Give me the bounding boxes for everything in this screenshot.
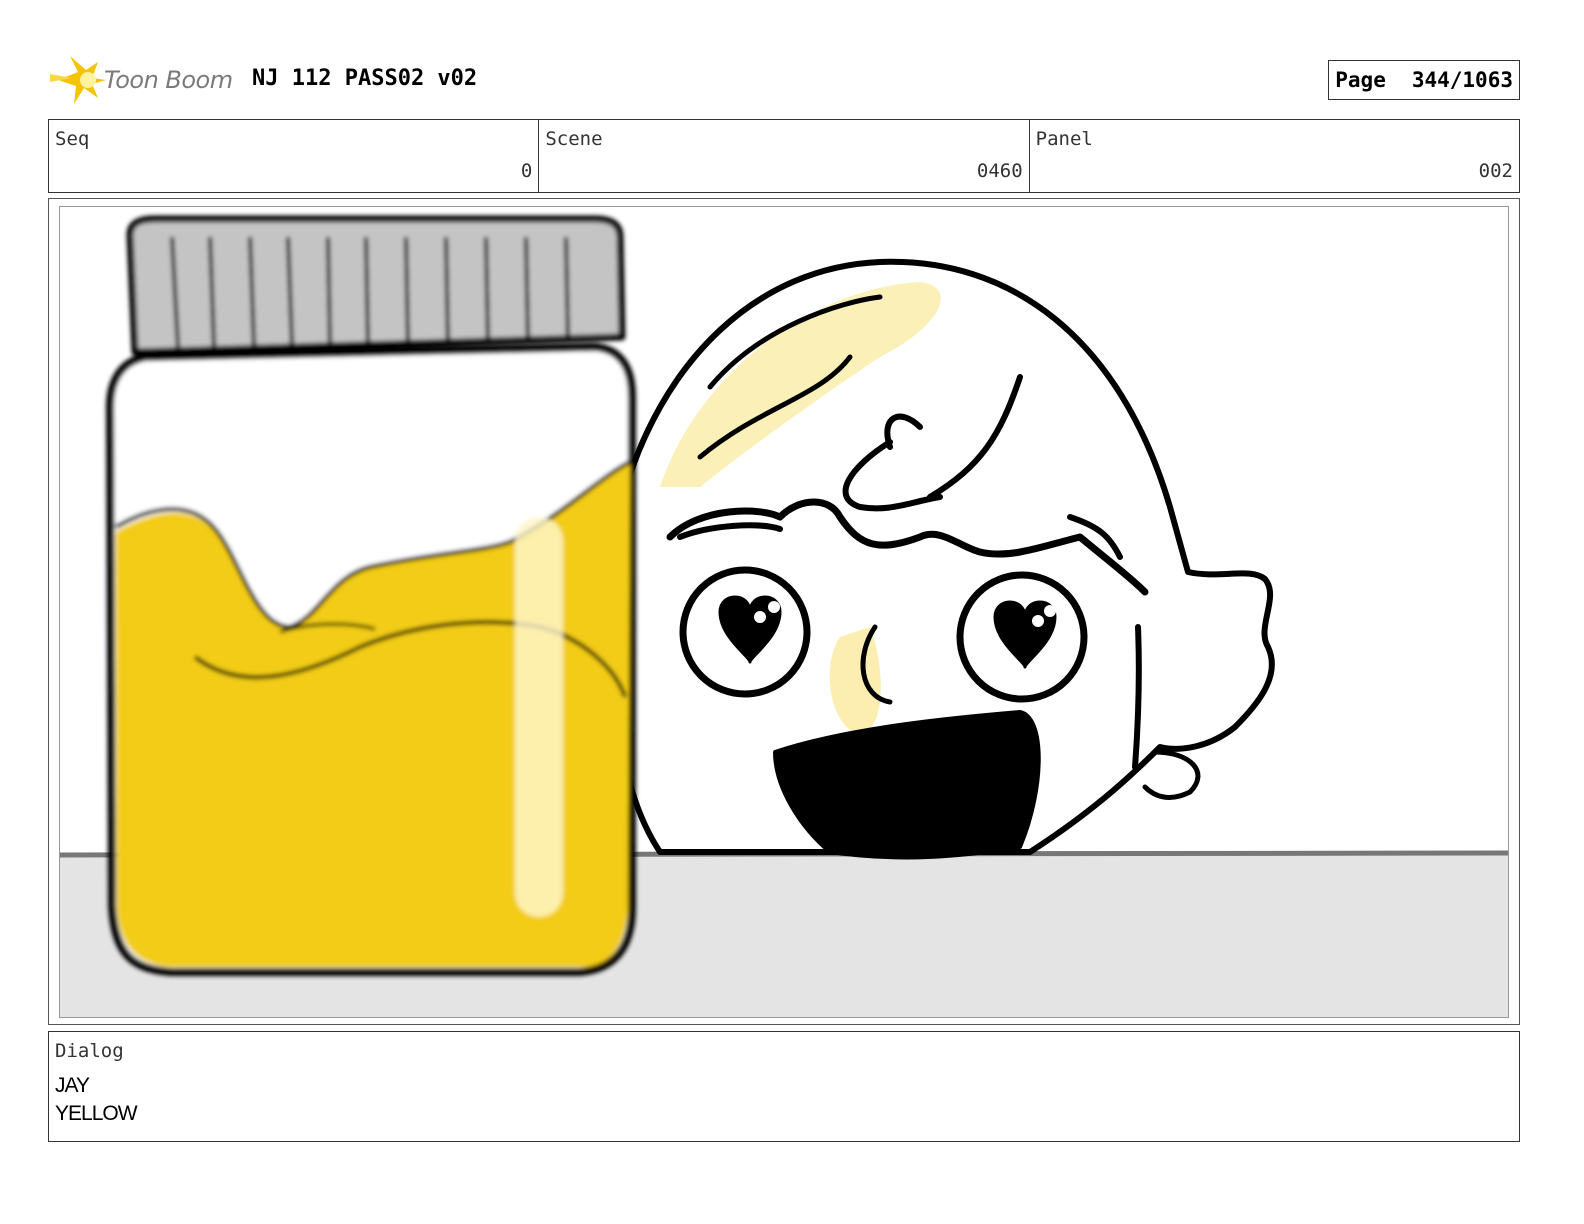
dialog-box: Dialog JAY YELLOW <box>48 1031 1520 1142</box>
project-title: NJ 112 PASS02 v02 <box>252 66 478 91</box>
page-label: Page <box>1335 68 1386 92</box>
storyboard-drawing <box>59 206 1509 1018</box>
dialog-line-text: YELLOW <box>55 1102 138 1125</box>
glass-jar <box>106 215 636 976</box>
logo-text: Toon Boom <box>104 66 233 94</box>
scene-cell: Scene 0460 <box>539 120 1030 192</box>
seq-cell: Seq 0 <box>49 120 540 192</box>
scene-value: 0460 <box>976 160 1023 182</box>
seq-value: 0 <box>520 160 533 182</box>
dialog-label: Dialog <box>55 1040 124 1062</box>
storyboard-panel-frame <box>48 198 1520 1025</box>
panel-info-row: Seq 0 Scene 0460 Panel 002 <box>48 119 1520 193</box>
panel-label: Panel <box>1035 128 1093 150</box>
toon-boom-logo: Toon Boom <box>48 52 238 108</box>
starburst-icon <box>50 56 106 104</box>
dialog-character-name: JAY <box>55 1074 90 1097</box>
page-number: 344/1063 <box>1411 68 1513 92</box>
jar-and-character-illustration <box>60 215 1508 1017</box>
panel-cell: Panel 002 <box>1030 120 1519 192</box>
seq-label: Seq <box>55 128 90 150</box>
panel-value: 002 <box>1478 160 1513 182</box>
page-indicator: Page 344/1063 <box>1328 60 1520 100</box>
scene-label: Scene <box>545 128 603 150</box>
storyboard-header: Toon Boom NJ 112 PASS02 v02 Page 344/106… <box>48 48 1520 112</box>
character-head <box>611 258 1275 860</box>
dialog-lines: JAY YELLOW <box>55 1072 138 1128</box>
